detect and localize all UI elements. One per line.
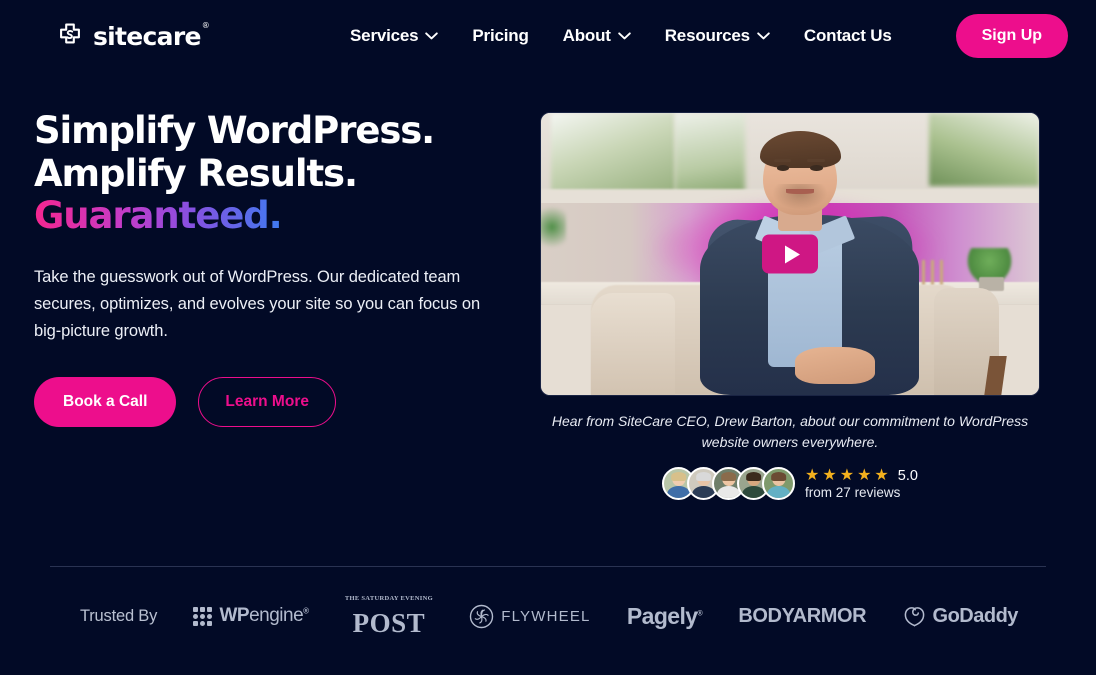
video-thumbnail[interactable]	[540, 112, 1040, 396]
section-divider	[50, 566, 1046, 567]
star-icon: ★	[839, 466, 855, 484]
headline-line-2: Amplify Results.	[34, 151, 358, 195]
chevron-down-icon	[757, 32, 770, 40]
nav-label: About	[562, 26, 611, 45]
wpengine-wordmark: WPengine®	[219, 605, 309, 627]
play-triangle-icon	[784, 245, 800, 263]
brand-logo-wpengine[interactable]: WPengine®	[193, 605, 309, 627]
avatar	[762, 467, 796, 500]
star-icon: ★	[874, 466, 889, 484]
brand-logo-pagely[interactable]: Pagely®	[626, 602, 703, 630]
rating-value: 5.0	[897, 467, 918, 484]
hero-cta-row: Book a Call Learn More	[34, 377, 504, 428]
post-tagline: THE SATURDAY EVENING	[344, 595, 433, 602]
nav-item-services[interactable]: Services	[350, 26, 439, 46]
trusted-by-bar: Trusted By WPengine® THE SATURDAY EVENIN…	[50, 595, 1046, 638]
brand-logo-godaddy[interactable]: GoDaddy	[903, 605, 1018, 628]
star-icon: ★	[857, 466, 872, 484]
chevron-down-icon	[425, 32, 439, 40]
hero-paragraph: Take the guesswork out of WordPress. Our…	[34, 267, 481, 341]
headline-line-1: Simplify WordPress.	[34, 109, 435, 152]
nav-item-about[interactable]: About	[563, 26, 631, 46]
chevron-down-icon	[617, 32, 631, 40]
godaddy-wordmark: GoDaddy	[932, 604, 1019, 627]
brand-logo-saturday-evening-post[interactable]: THE SATURDAY EVENING POST	[344, 595, 433, 638]
godaddy-heart-icon	[904, 606, 924, 627]
brand-logo-flywheel[interactable]: FLYWHEEL	[469, 604, 590, 629]
star-rating: ★ ★ ★ ★ ★ 5.0	[805, 466, 918, 484]
hero-media: Hear from SiteCare CEO, Drew Barton, abo…	[540, 110, 1040, 500]
wpengine-grid-icon	[193, 606, 213, 626]
reviews-summary: ★ ★ ★ ★ ★ 5.0 from 27 reviews	[540, 467, 1040, 500]
post-wordmark: POST	[352, 607, 426, 638]
nav-label: Pricing	[472, 26, 529, 45]
registered-mark: ®	[201, 21, 210, 31]
pagely-wordmark: Pagely®	[626, 602, 703, 629]
main-nav: Services Pricing About Resources Contact…	[350, 14, 1069, 58]
hero-section: Simplify WordPress. Amplify Results. Gua…	[0, 72, 1096, 500]
nav-item-pricing[interactable]: Pricing	[472, 26, 528, 46]
hero-copy: Simplify WordPress. Amplify Results. Gua…	[34, 109, 504, 500]
reviews-count: from 27 reviews	[805, 484, 901, 500]
book-a-call-button[interactable]: Book a Call	[34, 377, 177, 428]
nav-label: Contact Us	[803, 26, 892, 45]
nav-label: Resources	[664, 26, 750, 45]
site-header: sitecare® Services Pricing About Resourc…	[0, 0, 1096, 72]
brand-logo-bodyarmor[interactable]: BODYARMOR	[738, 605, 866, 628]
reviewer-avatars	[662, 467, 796, 500]
video-caption: Hear from SiteCare CEO, Drew Barton, abo…	[551, 413, 1029, 450]
logo-text: sitecare®	[93, 21, 210, 51]
nav-item-contact-us[interactable]: Contact Us	[804, 26, 892, 46]
star-icon: ★	[822, 466, 837, 484]
page-title: Simplify WordPress. Amplify Results. Gua…	[34, 109, 504, 238]
trusted-by-label: Trusted By	[80, 606, 158, 625]
star-icon: ★	[805, 466, 820, 484]
bodyarmor-wordmark: BODYARMOR	[738, 604, 867, 627]
sign-up-button[interactable]: Sign Up	[955, 14, 1069, 58]
nav-label: Services	[350, 26, 419, 45]
play-button-icon[interactable]	[762, 234, 818, 274]
sitecare-cross-icon	[60, 23, 80, 44]
headline-line-3-gradient: Guaranteed.	[34, 194, 283, 238]
flywheel-fan-icon	[470, 604, 494, 628]
logo[interactable]: sitecare®	[56, 21, 210, 51]
flywheel-wordmark: FLYWHEEL	[501, 607, 591, 625]
nav-item-resources[interactable]: Resources	[665, 26, 770, 46]
rating-block: ★ ★ ★ ★ ★ 5.0 from 27 reviews	[805, 466, 918, 500]
learn-more-button[interactable]: Learn More	[198, 377, 336, 428]
